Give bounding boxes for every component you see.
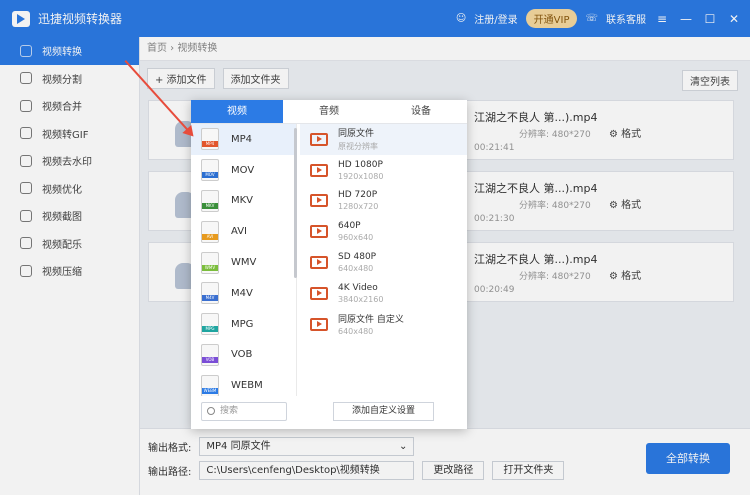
mp4-file-icon: MP4 [201, 128, 219, 151]
vob-file-icon: VOB [201, 343, 219, 366]
video-file-icon [310, 317, 328, 331]
format-tabs: 视频 音频 设备 [191, 100, 467, 124]
search-placeholder: 搜索 [220, 406, 239, 416]
format-label: M4V [231, 287, 253, 299]
video-file-icon [310, 286, 328, 300]
video-file-icon [310, 163, 328, 177]
format-item-mp4[interactable]: MP4 MP4 [191, 124, 296, 155]
format-label: MPG [231, 318, 254, 330]
mpg-file-icon: MPG [201, 313, 219, 336]
video-file-icon [310, 256, 328, 270]
webm-file-icon: WEBM [201, 374, 219, 396]
quality-title: SD 480P [338, 252, 377, 263]
format-label: MP4 [231, 133, 253, 145]
quality-item-720p[interactable]: HD 720P 1280x720 [300, 186, 467, 217]
quality-item-640p[interactable]: 640P 960x640 [300, 216, 467, 247]
avi-file-icon: AVI [201, 220, 219, 243]
quality-item-4k[interactable]: 4K Video 3840x2160 [300, 278, 467, 309]
quality-resolution: 640x480 [338, 327, 374, 337]
quality-title: 640P [338, 221, 361, 232]
quality-item-480p[interactable]: SD 480P 640x480 [300, 247, 467, 278]
add-custom-button[interactable]: 添加自定义设置 [333, 402, 434, 421]
quality-resolution: 960x640 [338, 233, 374, 243]
quality-resolution: 原视分辨率 [338, 142, 378, 152]
quality-title: HD 720P [338, 190, 378, 201]
m4v-file-icon: M4V [201, 282, 219, 305]
tab-video[interactable]: 视频 [191, 100, 283, 123]
format-label: WEBM [231, 380, 263, 392]
vob-icon-band: VOB [202, 356, 218, 363]
quality-item-1080p[interactable]: HD 1080P 1920x1080 [300, 155, 467, 186]
quality-title: HD 1080P [338, 159, 383, 170]
format-panel: 视频 音频 设备 MP4 MP4 MOV MOV MKV MKV AVI AVI WMV… [191, 100, 467, 429]
mkv-icon-band: MKV [202, 202, 218, 209]
mov-file-icon: MOV [201, 159, 219, 182]
wmv-file-icon: WMV [201, 251, 219, 274]
format-item-avi[interactable]: AVI AVI [191, 216, 296, 247]
quality-title: 同原文件 [338, 129, 375, 140]
mkv-file-icon: MKV [201, 189, 219, 212]
format-label: MKV [231, 195, 254, 207]
format-label: MOV [231, 164, 255, 176]
video-file-icon [310, 225, 328, 239]
format-item-mov[interactable]: MOV MOV [191, 155, 296, 186]
format-item-webm[interactable]: WEBM WEBM [191, 370, 296, 396]
quality-item-original[interactable]: 同原文件 原视分辨率 [300, 124, 467, 155]
format-item-vob[interactable]: VOB VOB [191, 340, 296, 371]
format-list: MP4 MP4 MOV MOV MKV MKV AVI AVI WMV WMV M4V M4… [191, 124, 297, 396]
format-item-wmv[interactable]: WMV WMV [191, 247, 296, 278]
m4v-icon-band: M4V [202, 295, 218, 302]
mpg-icon-band: MPG [202, 326, 218, 333]
quality-resolution: 1280x720 [338, 202, 379, 212]
search-icon [207, 407, 215, 415]
quality-title: 4K Video [338, 282, 378, 293]
format-item-mpg[interactable]: MPG MPG [191, 309, 296, 340]
quality-resolution: 640x480 [338, 264, 374, 274]
mp4-icon-band: MP4 [202, 141, 218, 148]
video-file-icon [310, 132, 328, 146]
avi-icon-band: AVI [202, 233, 218, 240]
webm-icon-band: WEBM [202, 387, 218, 394]
tab-device[interactable]: 设备 [375, 100, 467, 123]
format-item-mkv[interactable]: MKV MKV [191, 186, 296, 217]
quality-resolution: 3840x2160 [338, 294, 384, 304]
video-file-icon [310, 194, 328, 208]
format-item-m4v[interactable]: M4V M4V [191, 278, 296, 309]
quality-list: 同原文件原视分辨率 HD 1080P 1920x1080 HD 720P 1280x… [300, 124, 467, 340]
format-search-input[interactable]: 搜索 [201, 402, 287, 421]
format-label: AVI [231, 226, 247, 238]
format-label: WMV [231, 257, 257, 269]
format-list-scrollbar[interactable] [294, 128, 297, 278]
format-label: VOB [231, 349, 253, 361]
quality-title: 同原文件 自定义 [338, 315, 404, 326]
mov-icon-band: MOV [202, 172, 218, 179]
quality-item-custom[interactable]: 同原文件 自定义 640x480 [300, 309, 467, 340]
quality-resolution: 1920x1080 [338, 171, 384, 181]
wmv-icon-band: WMV [202, 264, 218, 271]
tab-audio[interactable]: 音频 [283, 100, 375, 123]
